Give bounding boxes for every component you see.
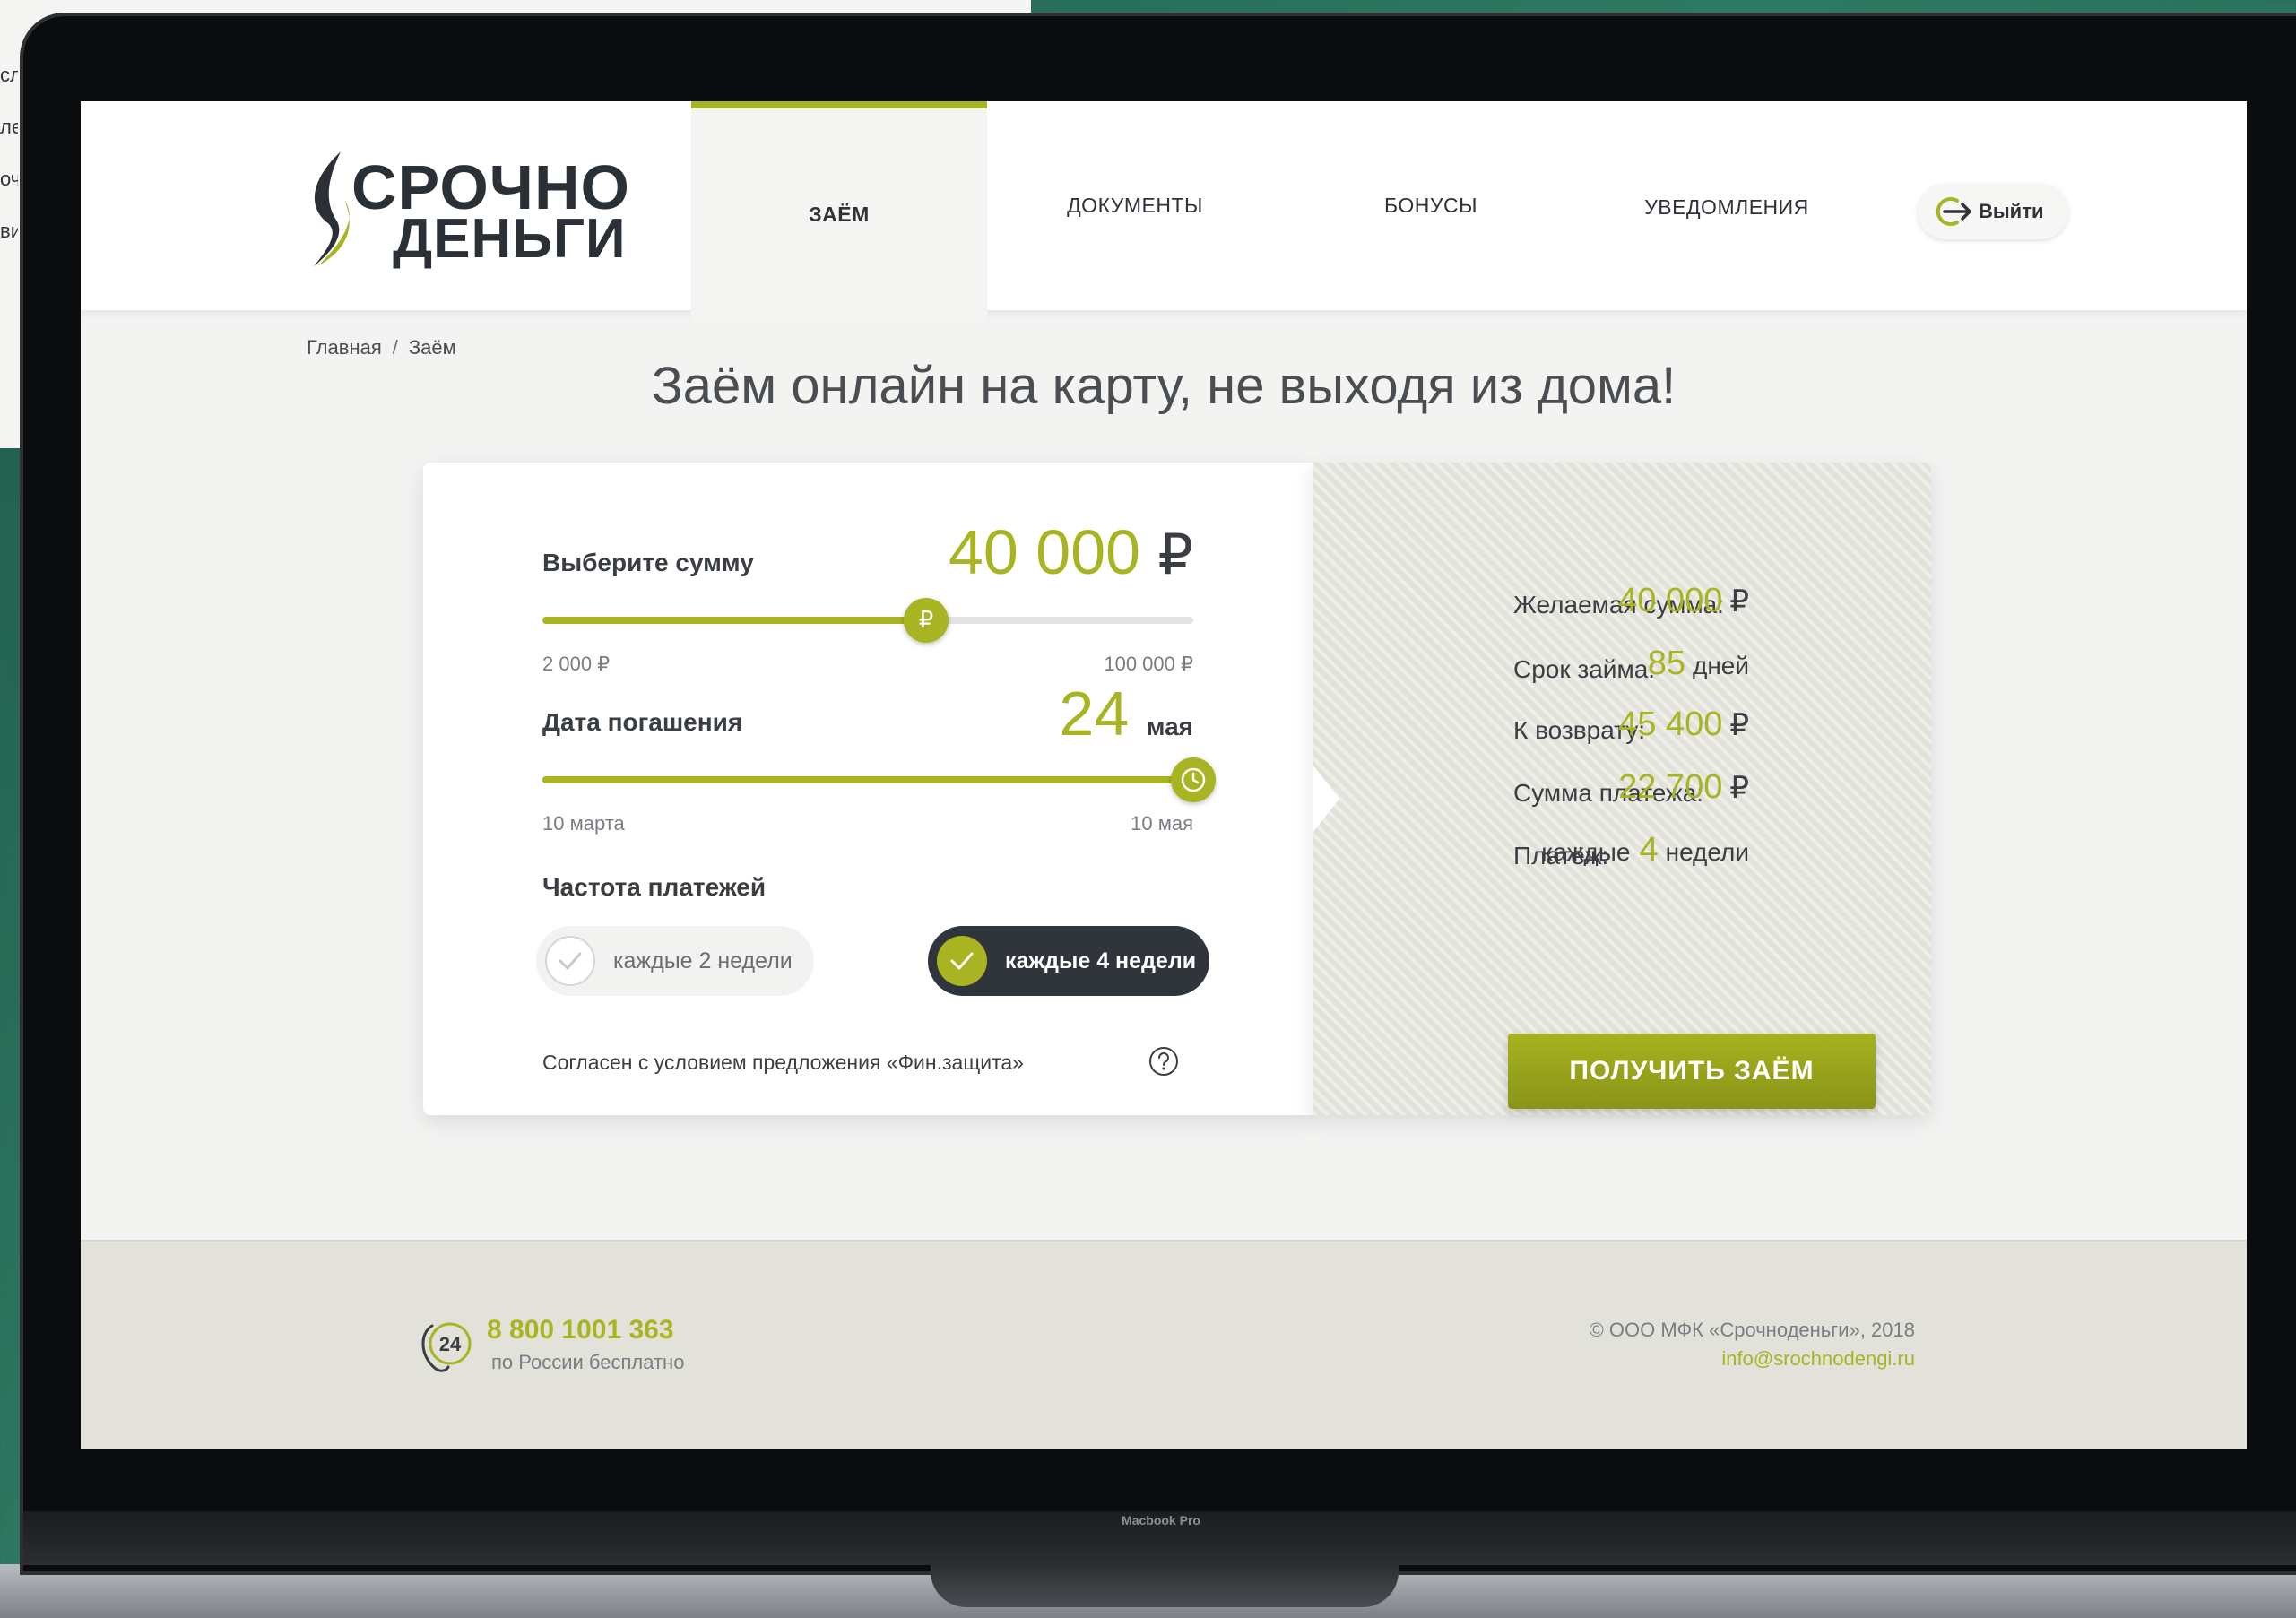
summary-pointer xyxy=(1313,765,1339,833)
date-slider[interactable] xyxy=(542,757,1216,802)
nav-tab-loan[interactable]: ЗАЁМ xyxy=(691,101,987,320)
ruble-icon: ₽ xyxy=(918,607,934,634)
site-header: СРОЧНО ДЕНЬГИ ЗАЁМ ДОКУМЕНТЫ БОНУСЫ УВЕД… xyxy=(81,101,2247,320)
summary-value-repayment: 45 400 ₽ xyxy=(1618,705,1749,744)
help-icon[interactable] xyxy=(1148,1045,1180,1077)
frequency-option-label: каждые 2 недели xyxy=(613,947,793,973)
logo-text-line2: ДЕНЬГИ xyxy=(393,208,627,270)
summary-number: 85 xyxy=(1647,645,1685,682)
background-window-text: сл ле оч вит xyxy=(0,49,18,257)
summary-value-term: 85 дней xyxy=(1648,645,1749,683)
brand-logo[interactable]: СРОЧНО ДЕНЬГИ xyxy=(305,146,663,272)
phone-badge-text: 24 xyxy=(439,1333,462,1355)
frequency-option-4-weeks[interactable]: каждые 4 недели xyxy=(928,926,1209,996)
phone-note: по России бесплатно xyxy=(491,1351,685,1373)
nav-tab-notifications[interactable]: УВЕДОМЛЕНИЯ xyxy=(1579,101,1875,310)
summary-currency: ₽ xyxy=(1729,770,1749,806)
summary-value-payment: 22 700 ₽ xyxy=(1618,768,1749,807)
laptop-hinge xyxy=(931,1564,1399,1607)
phone-24-icon: 24 xyxy=(421,1322,472,1372)
page-title: Заём онлайн на карту, не выходя из дома! xyxy=(651,357,1677,415)
frequency-option-label: каждые 4 недели xyxy=(1005,947,1197,973)
summary-number: 4 xyxy=(1639,831,1659,869)
date-label: Дата погашения xyxy=(542,708,743,736)
amount-max-label: 100 000 ₽ xyxy=(1104,653,1193,675)
summary-number: 22 700 xyxy=(1618,768,1723,806)
clock-icon xyxy=(1181,767,1206,792)
background-text-fragment: оч xyxy=(0,168,18,190)
logout-label: Выйти xyxy=(1979,200,2044,222)
summary-value-amount: 40 000 ₽ xyxy=(1618,582,1749,620)
date-min-label: 10 марта xyxy=(542,812,625,835)
summary-unit: дней xyxy=(1692,652,1749,679)
date-slider-thumb[interactable] xyxy=(1171,757,1216,802)
checkmark-icon xyxy=(937,936,987,986)
summary-unit: недели xyxy=(1665,838,1749,866)
amount-slider[interactable]: ₽ xyxy=(542,598,1193,643)
site-footer: 24 8 800 1001 363 по России бесплатно © … xyxy=(81,1240,2247,1449)
amount-min-label: 2 000 ₽ xyxy=(542,653,611,675)
frequency-option-2-weeks[interactable]: каждые 2 недели xyxy=(536,926,814,996)
amount-value: 40 000 xyxy=(948,517,1141,587)
get-loan-button[interactable]: ПОЛУЧИТЬ ЗАЁМ xyxy=(1508,1034,1876,1109)
summary-currency: ₽ xyxy=(1729,707,1749,743)
amount-currency: ₽ xyxy=(1157,522,1193,587)
amount-display: 40 000 ₽ xyxy=(949,516,1193,588)
email-link[interactable]: info@srochnodengi.ru xyxy=(1721,1347,1915,1371)
date-slider-fill xyxy=(542,776,1193,783)
nav-tab-bonuses[interactable]: БОНУСЫ xyxy=(1283,101,1579,310)
summary-currency: ₽ xyxy=(1729,584,1749,619)
device-label: Macbook Pro xyxy=(1122,1513,1200,1527)
agreement-text[interactable]: Согласен с условием предложения «Фин.защ… xyxy=(542,1051,1024,1075)
nav-tab-documents[interactable]: ДОКУМЕНТЫ xyxy=(987,101,1283,310)
phone-number[interactable]: 8 800 1001 363 xyxy=(487,1315,674,1345)
summary-number: 40 000 xyxy=(1618,582,1723,619)
background-text-fragment: вит xyxy=(0,220,18,242)
background-text-fragment: ле xyxy=(0,116,18,138)
summary-label-term: Срок займа: xyxy=(1513,655,1656,683)
logo-mark-icon xyxy=(314,151,350,266)
loan-calculator: Выберите сумму 40 000 ₽ ₽ 2 000 ₽ 100 00… xyxy=(423,463,1313,1115)
copyright: © ООО МФК «Срочноденьги», 2018 xyxy=(1589,1319,1915,1341)
checkmark-icon xyxy=(545,936,595,986)
summary-prefix: каждые xyxy=(1541,838,1631,866)
logout-button[interactable]: Выйти xyxy=(1918,184,2068,239)
frequency-label: Частота платежей xyxy=(542,873,767,901)
summary-number: 45 400 xyxy=(1618,705,1723,743)
summary-value-schedule: каждые 4 недели xyxy=(1541,831,1749,870)
date-display: 24 мая xyxy=(1059,678,1193,749)
date-max-label: 10 мая xyxy=(1131,812,1193,835)
browser-screen: СРОЧНО ДЕНЬГИ ЗАЁМ ДОКУМЕНТЫ БОНУСЫ УВЕД… xyxy=(81,101,2247,1449)
amount-slider-thumb[interactable]: ₽ xyxy=(904,598,949,643)
amount-label: Выберите сумму xyxy=(542,549,754,576)
logout-icon xyxy=(1936,197,1971,226)
background-text-fragment: сл xyxy=(0,64,18,86)
amount-slider-fill xyxy=(542,617,926,624)
date-value: 24 xyxy=(1059,679,1130,748)
date-month: мая xyxy=(1146,713,1193,740)
